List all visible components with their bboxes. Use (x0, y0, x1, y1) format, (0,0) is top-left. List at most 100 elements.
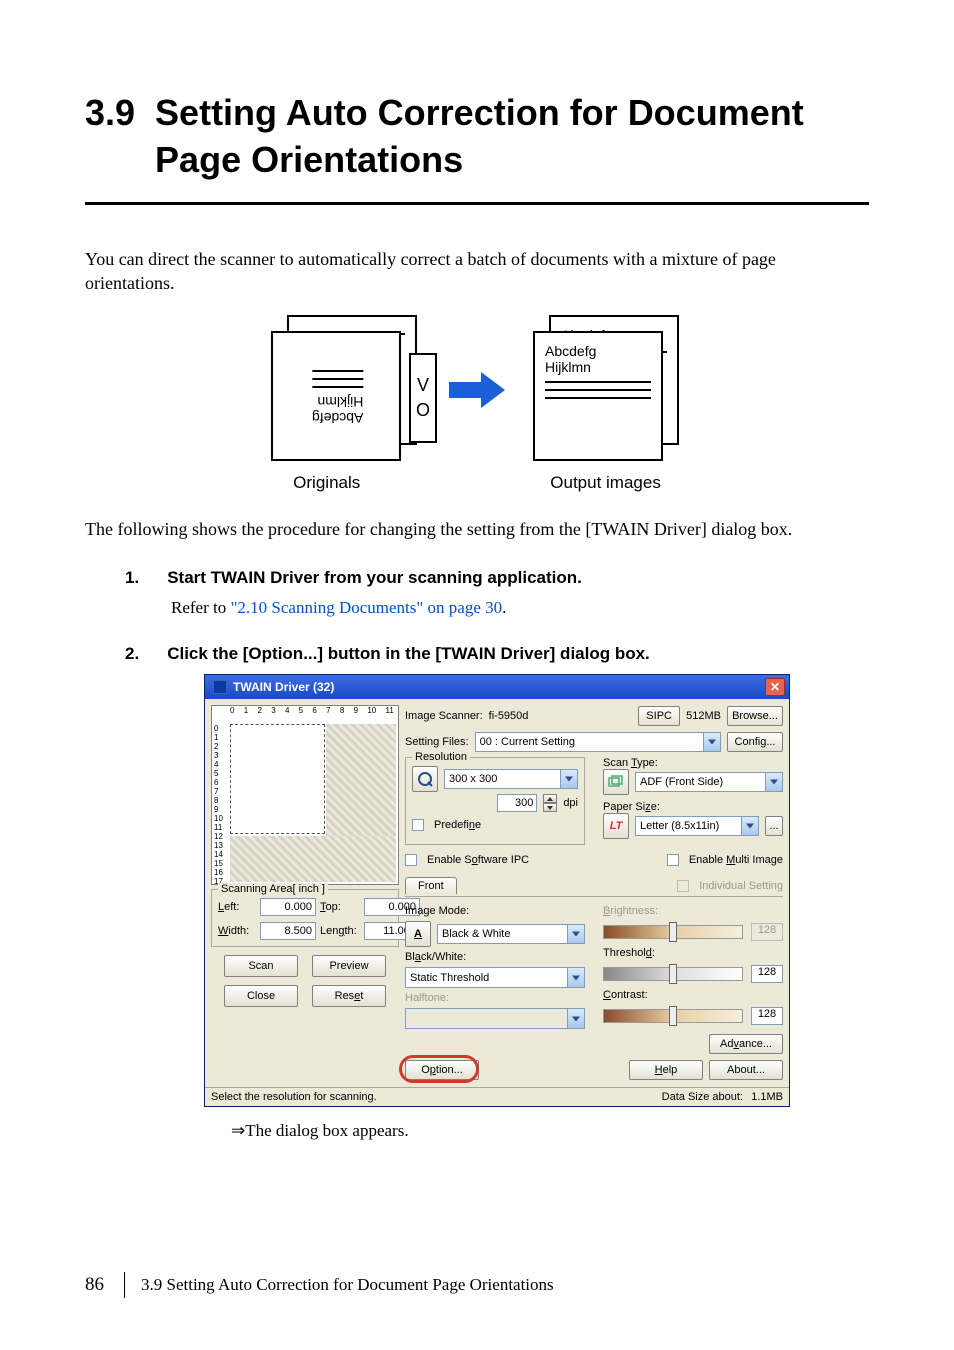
status-bar: Select the resolution for scanning. Data… (205, 1087, 789, 1106)
width-label: Width: (218, 925, 256, 937)
label-originals: Originals (293, 473, 360, 493)
close-button[interactable]: Close (224, 985, 298, 1007)
contrast-slider[interactable] (603, 1009, 743, 1023)
predefine-label: Predefine (434, 819, 481, 831)
dpi-label: dpi (563, 797, 578, 809)
front-tab[interactable]: Front (405, 877, 457, 894)
sipc-button[interactable]: SIPC (638, 706, 680, 726)
step1-number: 1. (125, 568, 139, 588)
twain-driver-dialog: TWAIN Driver (32) ✕ 01234567891011 (204, 674, 790, 1107)
window-title: TWAIN Driver (32) (233, 680, 334, 694)
config-button[interactable]: Config... (727, 732, 783, 752)
data-size-value: 1.1MB (743, 1091, 783, 1103)
help-button[interactable]: Help (629, 1060, 703, 1080)
contrast-label: Contrast: (603, 989, 783, 1001)
doc-text-line1: Abcdefg (312, 410, 363, 426)
individual-setting-checkbox (677, 880, 689, 892)
rl16: 16 (214, 868, 228, 877)
title-rule (85, 202, 869, 205)
image-mode-value: Black & White (442, 928, 510, 940)
step1-title: Start TWAIN Driver from your scanning ap… (167, 568, 582, 588)
threshold-value[interactable]: 128 (751, 965, 783, 983)
scanning-area-legend: Scanning Area[ inch ] (218, 883, 328, 895)
label-output: Output images (550, 473, 661, 493)
rt7: 7 (326, 706, 330, 724)
resolution-preset-combo[interactable]: 300 x 300 (444, 769, 578, 789)
rl3: 3 (214, 751, 228, 760)
advance-button[interactable]: Advance... (709, 1034, 783, 1054)
section-title-text: Setting Auto Correction for Document Pag… (155, 90, 869, 184)
predefine-checkbox[interactable] (412, 819, 424, 831)
rl1: 1 (214, 733, 228, 742)
halftone-label: Halftone: (405, 992, 585, 1004)
paper-size-icon[interactable]: LT (603, 813, 629, 839)
enable-sipc-label: Enable Software IPC (427, 854, 529, 866)
originals-stack: Abcdefg Hijklmn (271, 315, 421, 465)
diagram-labels: Originals Output images (85, 473, 869, 493)
brightness-slider (603, 925, 743, 939)
outside-region-right (326, 724, 396, 836)
rt2: 2 (257, 706, 261, 724)
scan-type-label: Scan Type: (603, 757, 783, 769)
titlebar[interactable]: TWAIN Driver (32) ✕ (205, 675, 789, 699)
page-number: 86 (85, 1274, 104, 1296)
paper-size-more-button[interactable]: ... (765, 816, 783, 836)
setting-files-combo[interactable]: 00 : Current Setting (475, 732, 721, 752)
resolution-stepper[interactable] (543, 794, 557, 812)
image-scanner-label: Image Scanner: (405, 710, 483, 722)
scan-type-combo[interactable]: ADF (Front Side) (635, 772, 783, 792)
enable-sipc-checkbox[interactable] (405, 854, 417, 866)
paper-region[interactable] (230, 724, 325, 834)
resolution-input[interactable] (497, 794, 537, 812)
scan-button[interactable]: Scan (224, 955, 298, 977)
contrast-value[interactable]: 128 (751, 1007, 783, 1025)
enable-multi-checkbox[interactable] (667, 854, 679, 866)
image-mode-icon[interactable]: A (405, 921, 431, 947)
step1-prefix: Refer to (171, 598, 230, 617)
rt6: 6 (312, 706, 316, 724)
preview-canvas[interactable]: 01234567891011 0123456789101112131415161… (211, 705, 399, 885)
step1-body: Refer to "2.10 Scanning Documents" on pa… (125, 598, 869, 618)
rt4: 4 (285, 706, 289, 724)
close-icon[interactable]: ✕ (765, 678, 785, 696)
halftone-combo (405, 1008, 585, 1029)
option-button[interactable]: Option... (405, 1060, 479, 1080)
rl7: 7 (214, 787, 228, 796)
width-input[interactable] (260, 922, 316, 940)
left-label: Left: (218, 901, 256, 913)
black-white-combo[interactable]: Static Threshold (405, 967, 585, 988)
resolution-legend: Resolution (412, 751, 470, 763)
intro-paragraph: You can direct the scanner to automatica… (85, 247, 869, 296)
rl9: 9 (214, 805, 228, 814)
about-button[interactable]: About... (709, 1060, 783, 1080)
rt3: 3 (271, 706, 275, 724)
memory-value: 512MB (686, 710, 721, 722)
rt11: 11 (386, 706, 394, 724)
left-input[interactable] (260, 898, 316, 916)
scan-type-icon[interactable] (603, 769, 629, 795)
rl12: 12 (214, 832, 228, 841)
result-line: ⇒The dialog box appears. (125, 1121, 869, 1141)
step1-link[interactable]: "2.10 Scanning Documents" on page 30 (230, 598, 502, 617)
rl6: 6 (214, 778, 228, 787)
orientation-diagram: Abcdefg Hijklmn V O Ab (85, 315, 869, 465)
image-mode-combo[interactable]: Black & White (437, 924, 585, 944)
rl13: 13 (214, 841, 228, 850)
outside-region-bottom (230, 836, 396, 882)
resolution-group: Resolution 300 x 300 (405, 757, 585, 845)
reset-button[interactable]: Reset (312, 985, 386, 1007)
running-header: 3.9 Setting Auto Correction for Document… (141, 1275, 554, 1295)
rt8: 8 (340, 706, 344, 724)
step1-suffix: . (502, 598, 506, 617)
resolution-icon[interactable] (412, 766, 438, 792)
step2-title: Click the [Option...] button in the [TWA… (167, 644, 650, 664)
individual-setting-label: Individual Setting (699, 880, 783, 892)
rl4: 4 (214, 760, 228, 769)
paper-size-combo[interactable]: Letter (8.5x11in) (635, 816, 759, 836)
resolution-preset-value: 300 x 300 (449, 773, 497, 785)
rt5: 5 (299, 706, 303, 724)
rl15: 15 (214, 859, 228, 868)
preview-button[interactable]: Preview (312, 955, 386, 977)
threshold-slider[interactable] (603, 967, 743, 981)
browse-button[interactable]: Browse... (727, 706, 783, 726)
